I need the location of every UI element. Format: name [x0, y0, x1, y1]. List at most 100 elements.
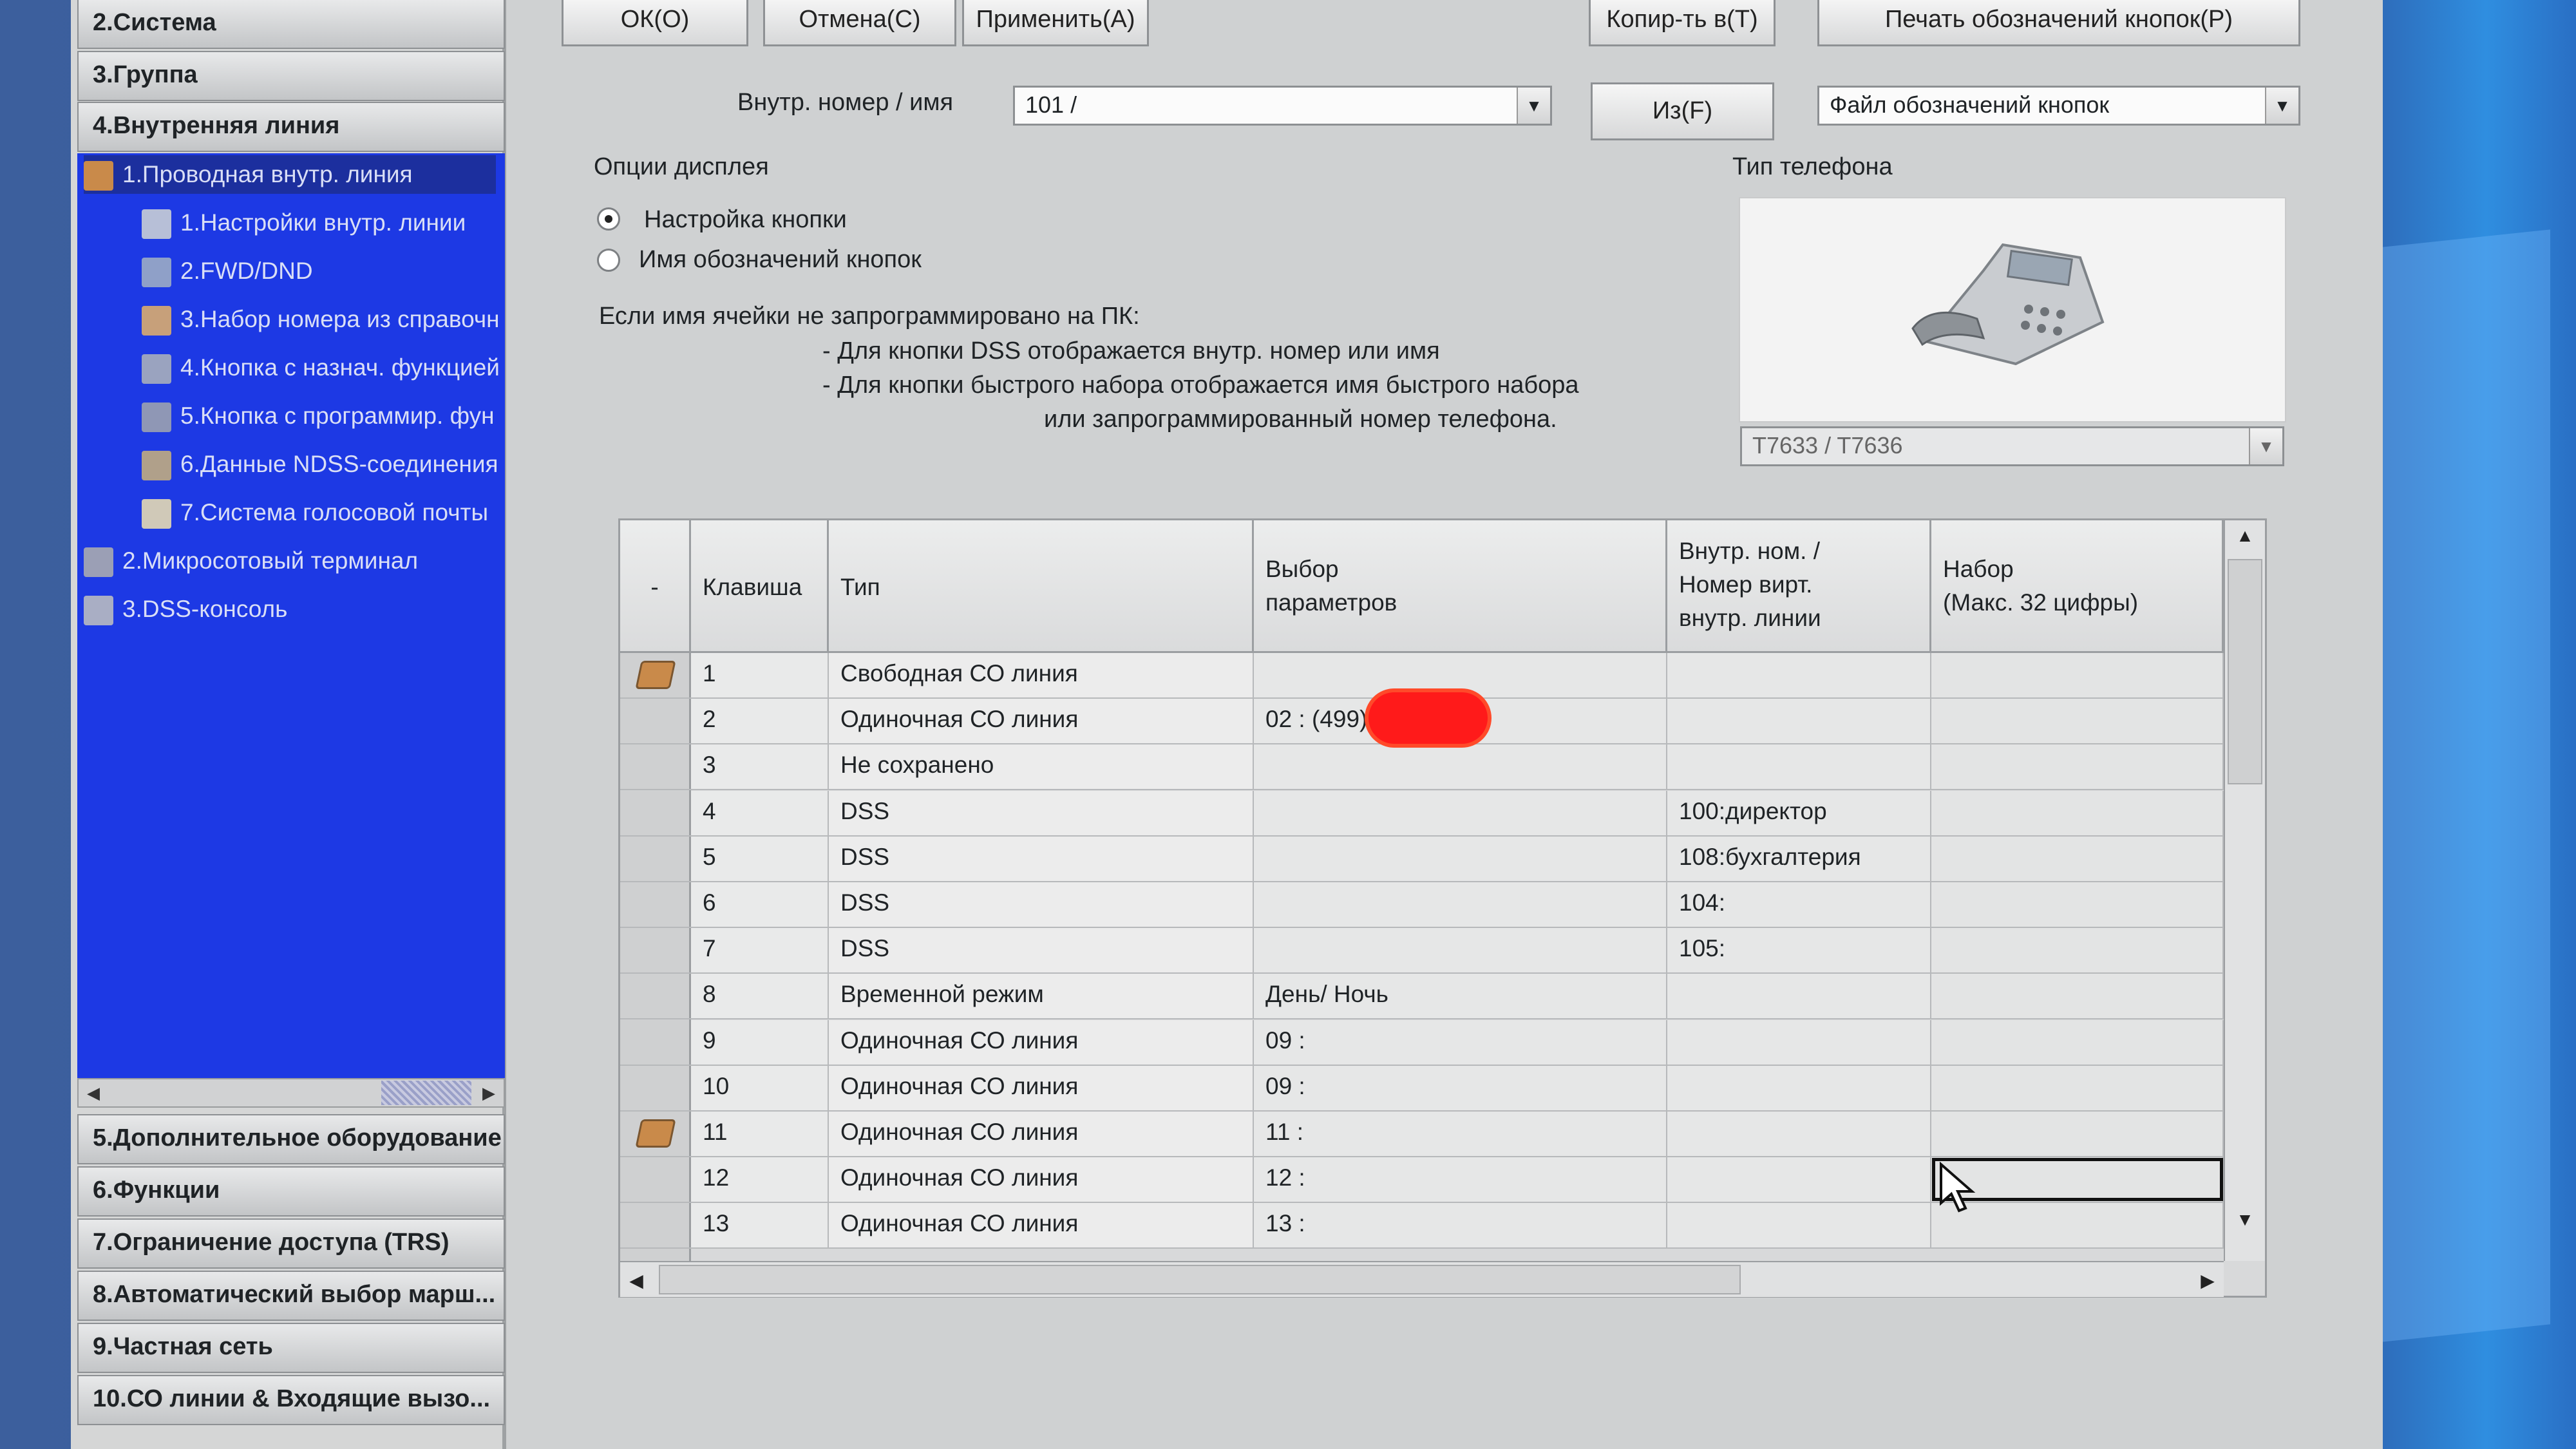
from-button[interactable]: Из(F)	[1591, 82, 1774, 140]
table-row[interactable]: 5 DSS 108:бухгалтерия	[620, 836, 2224, 882]
chevron-down-icon[interactable]: ▼	[2249, 428, 2282, 464]
scroll-thumb[interactable]	[659, 1265, 1741, 1294]
cell-dial[interactable]	[1931, 699, 2224, 744]
tree-voicemail[interactable]: 7.Система голосовой почты	[142, 493, 488, 532]
print-labels-button[interactable]: Печать обозначений кнопок(Р)	[1817, 0, 2300, 46]
cell-params[interactable]: 09 :	[1254, 1019, 1667, 1065]
cell-ext[interactable]	[1667, 744, 1931, 790]
cell-dial[interactable]	[1931, 1065, 2224, 1110]
tree-phonebook-dial[interactable]: 3.Набор номера из справочн	[142, 300, 500, 339]
tree-horizontal-scrollbar[interactable]: ◀ ▶	[77, 1078, 505, 1108]
label-file-select[interactable]: Файл обозначений кнопок ▼	[1817, 86, 2300, 126]
cell-params[interactable]: 09 :	[1254, 1065, 1667, 1110]
column-header-params[interactable]: Выбор параметров	[1254, 520, 1667, 653]
cell-ext[interactable]: 100:директор	[1667, 790, 1931, 835]
scroll-thumb[interactable]	[381, 1081, 471, 1105]
cell-ext[interactable]	[1667, 1019, 1931, 1065]
nav-extension[interactable]: 4.Внутренняя линия	[77, 102, 505, 152]
cell-key[interactable]: 10	[691, 1065, 829, 1110]
cell-ext[interactable]	[1667, 699, 1931, 744]
cell-type[interactable]: Одиночная СО линия	[829, 1203, 1254, 1248]
column-header-type[interactable]: Тип	[829, 520, 1254, 653]
cell-dial[interactable]	[1931, 1112, 2224, 1156]
grid-horizontal-scrollbar[interactable]: ◀ ▶	[620, 1261, 2224, 1297]
table-row[interactable]: 11 Одиночная СО линия 11 :	[620, 1112, 2224, 1157]
scroll-right-icon[interactable]: ▶	[474, 1079, 504, 1106]
cell-key[interactable]: 2	[691, 699, 829, 744]
table-row[interactable]: 8 Временной режим День/ Ночь	[620, 974, 2224, 1020]
cell-type[interactable]: Одиночная СО линия	[829, 699, 1254, 744]
cell-ext[interactable]	[1667, 1065, 1931, 1110]
table-row[interactable]: 6 DSS 104:	[620, 882, 2224, 928]
cell-ext[interactable]: 104:	[1667, 882, 1931, 927]
table-row[interactable]: 7 DSS 105:	[620, 928, 2224, 974]
table-row[interactable]: 13 Одиночная СО линия 13 :	[620, 1203, 2224, 1249]
table-row[interactable]: 4 DSS 100:директор	[620, 790, 2224, 837]
cell-params[interactable]	[1254, 836, 1667, 881]
cell-key[interactable]: 9	[691, 1019, 829, 1065]
nav-ars[interactable]: 8.Автоматический выбор марш...	[77, 1271, 505, 1321]
cell-type[interactable]: Одиночная СО линия	[829, 1065, 1254, 1110]
cell-params[interactable]	[1254, 790, 1667, 835]
grid-vertical-scrollbar[interactable]: ▲ ▼	[2224, 520, 2265, 1261]
tree-fwd-dnd[interactable]: 2.FWD/DND	[142, 252, 313, 290]
cell-dial[interactable]	[1931, 1019, 2224, 1065]
cell-type[interactable]: DSS	[829, 928, 1254, 973]
cell-params[interactable]	[1254, 882, 1667, 927]
scroll-right-icon[interactable]: ▶	[2192, 1270, 2224, 1291]
scroll-up-icon[interactable]: ▲	[2229, 526, 2261, 546]
cell-key[interactable]: 1	[691, 653, 829, 697]
tree-extension-settings[interactable]: 1.Настройки внутр. линии	[142, 204, 466, 242]
cell-ext[interactable]	[1667, 974, 1931, 1019]
cell-dial[interactable]	[1931, 790, 2224, 835]
tree-ndss-data[interactable]: 6.Данные NDSS-соединения	[142, 445, 498, 484]
cell-ext[interactable]	[1667, 1112, 1931, 1156]
cell-type[interactable]: Временной режим	[829, 974, 1254, 1019]
tree-microcell-terminal[interactable]: 2.Микросотовый терминал	[84, 542, 418, 580]
table-row[interactable]: 9 Одиночная СО линия 09 :	[620, 1019, 2224, 1066]
cell-dial[interactable]	[1931, 744, 2224, 790]
table-row[interactable]: 12 Одиночная СО линия 12 :	[620, 1157, 2224, 1204]
cell-dial[interactable]	[1931, 882, 2224, 927]
nav-private-network[interactable]: 9.Частная сеть	[77, 1323, 505, 1373]
cell-type[interactable]: DSS	[829, 790, 1254, 835]
cell-ext[interactable]: 105:	[1667, 928, 1931, 973]
cell-key[interactable]: 12	[691, 1157, 829, 1202]
column-header-marker[interactable]: -	[620, 520, 691, 653]
cell-key[interactable]: 3	[691, 744, 829, 790]
cell-type[interactable]: Одиночная СО линия	[829, 1112, 1254, 1156]
table-row[interactable]: 3 Не сохранено	[620, 744, 2224, 791]
nav-co-lines[interactable]: 10.СО линии & Входящие вызо...	[77, 1375, 505, 1425]
cell-type[interactable]: DSS	[829, 882, 1254, 927]
cell-dial[interactable]	[1931, 974, 2224, 1019]
radio-key-setting[interactable]	[597, 207, 620, 231]
phone-model-select[interactable]: T7633 / T7636 ▼	[1740, 426, 2284, 466]
scroll-thumb[interactable]	[2228, 559, 2262, 784]
tree-dss-console[interactable]: 3.DSS-консоль	[84, 590, 287, 629]
copy-to-button[interactable]: Копир-ть в(Т)	[1589, 0, 1776, 46]
chevron-down-icon[interactable]: ▼	[2265, 88, 2298, 124]
table-row[interactable]: 10 Одиночная СО линия 09 :	[620, 1065, 2224, 1112]
scroll-left-icon[interactable]: ◀	[79, 1079, 108, 1106]
nav-trs[interactable]: 7.Ограничение доступа (TRS)	[77, 1218, 505, 1269]
cell-params[interactable]: 13 :	[1254, 1203, 1667, 1248]
ok-button[interactable]: ОК(О)	[562, 0, 748, 46]
cell-params[interactable]	[1254, 744, 1667, 790]
nav-system[interactable]: 2.Система	[77, 0, 505, 49]
cell-type[interactable]: Одиночная СО линия	[829, 1157, 1254, 1202]
cell-params[interactable]: День/ Ночь	[1254, 974, 1667, 1019]
radio-key-label-name[interactable]	[597, 249, 620, 272]
cell-key[interactable]: 6	[691, 882, 829, 927]
cell-key[interactable]: 5	[691, 836, 829, 881]
cell-type[interactable]: Не сохранено	[829, 744, 1254, 790]
chevron-down-icon[interactable]: ▼	[1517, 88, 1550, 124]
cell-ext[interactable]	[1667, 1203, 1931, 1248]
nav-group[interactable]: 3.Группа	[77, 51, 505, 101]
cell-params[interactable]	[1254, 653, 1667, 697]
cell-dial[interactable]	[1931, 928, 2224, 973]
cell-dial[interactable]	[1931, 836, 2224, 881]
cell-key[interactable]: 7	[691, 928, 829, 973]
cell-key[interactable]: 8	[691, 974, 829, 1019]
tree-function-key[interactable]: 4.Кнопка с назнач. функцией	[142, 348, 500, 387]
apply-button[interactable]: Применить(А)	[962, 0, 1149, 46]
